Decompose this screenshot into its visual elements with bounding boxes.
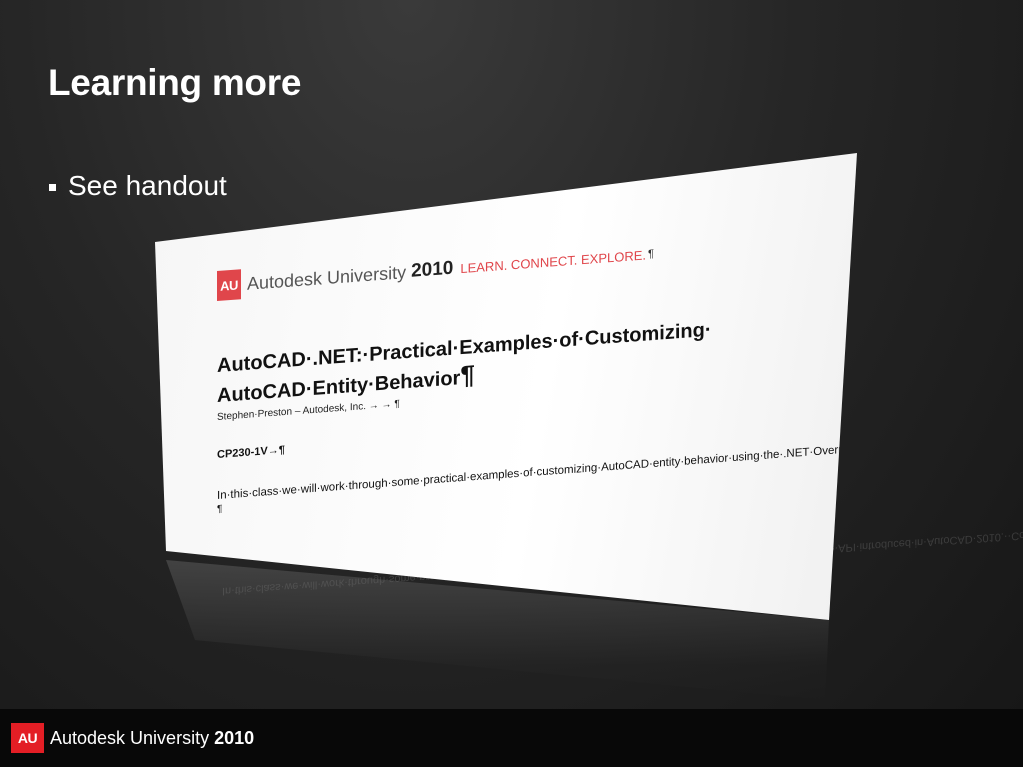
bullet-item: See handout: [49, 170, 227, 202]
footer-bar: AU Autodesk University 2010: [0, 709, 1023, 767]
au-footer-logo-icon: AU: [11, 723, 44, 753]
handout-header: AU Autodesk University 2010 LEARN. CONNE…: [217, 233, 737, 301]
handout-content: AU Autodesk University 2010 LEARN. CONNE…: [217, 233, 857, 517]
handout-class-code: CP230-1V→¶: [217, 444, 285, 461]
handout-document-image: AU Autodesk University 2010 LEARN. CONNE…: [155, 153, 857, 620]
footer-brand: Autodesk University: [50, 727, 210, 748]
au-logo-icon: AU: [217, 269, 241, 301]
bullet-text: See handout: [68, 170, 227, 201]
footer-year: 2010: [214, 727, 255, 748]
handout-brand: Autodesk University: [247, 261, 407, 294]
handout-brand-year: 2010: [411, 257, 454, 282]
slide-title: Learning more: [48, 62, 302, 103]
title-pilcrow-mark: ¶: [460, 359, 475, 391]
handout-abstract: In·this·class·we·will·work·through·some·…: [217, 380, 857, 517]
bullet-square-icon: [49, 183, 56, 191]
handout-tagline: LEARN. CONNECT. EXPLORE.: [460, 246, 647, 276]
pilcrow-mark: ¶: [648, 247, 654, 261]
